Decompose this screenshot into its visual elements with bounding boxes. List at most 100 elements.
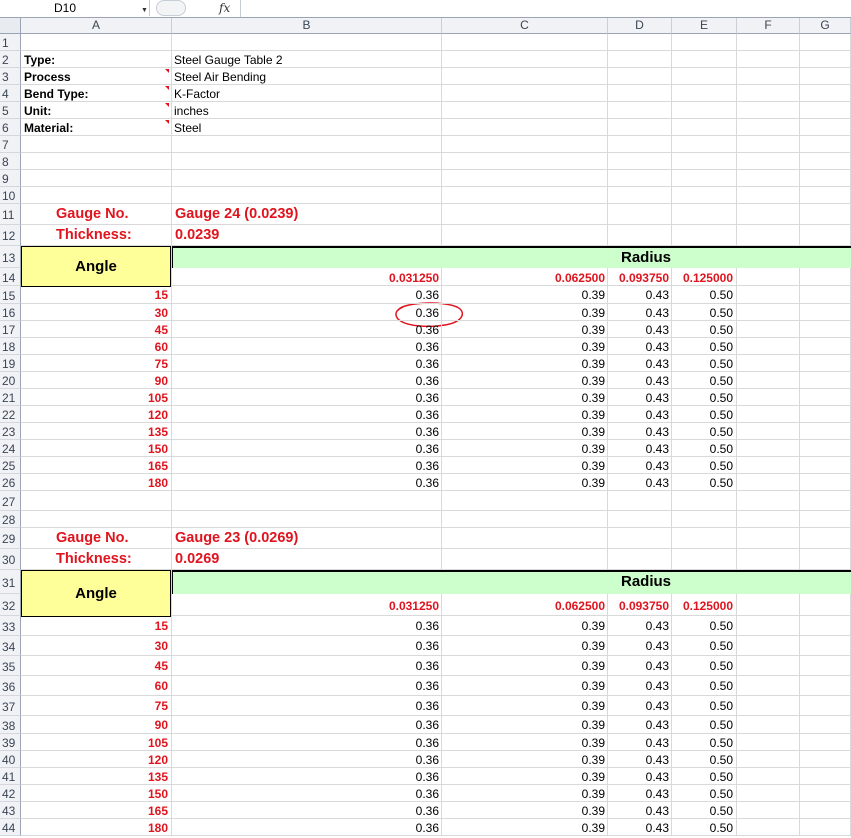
k-factor-value[interactable]: 0.36 bbox=[416, 338, 439, 356]
row-header-6[interactable]: 6 bbox=[0, 119, 21, 136]
grid-cell[interactable] bbox=[442, 153, 608, 170]
grid-cell[interactable] bbox=[172, 457, 442, 474]
formula-bar-controls[interactable] bbox=[156, 0, 186, 16]
k-factor-value[interactable]: 0.50 bbox=[710, 321, 733, 339]
grid-cell[interactable] bbox=[800, 656, 851, 676]
grid-cell[interactable] bbox=[21, 372, 172, 389]
k-factor-value[interactable]: 0.43 bbox=[646, 802, 669, 820]
grid-cell[interactable] bbox=[442, 170, 608, 187]
grid-cell[interactable] bbox=[608, 491, 672, 511]
grid-cell[interactable] bbox=[21, 616, 172, 636]
grid-cell[interactable] bbox=[608, 85, 672, 102]
grid-cell[interactable] bbox=[608, 51, 672, 68]
grid-cell[interactable] bbox=[800, 204, 851, 225]
k-factor-value[interactable]: 0.43 bbox=[646, 440, 669, 458]
row-header-27[interactable]: 27 bbox=[0, 491, 21, 511]
k-factor-value[interactable]: 0.36 bbox=[416, 656, 439, 677]
grid-cell[interactable] bbox=[172, 751, 442, 768]
k-factor-value[interactable]: 0.36 bbox=[416, 785, 439, 803]
grid-cell[interactable] bbox=[737, 372, 800, 389]
row-header-15[interactable]: 15 bbox=[0, 286, 21, 304]
row-header-35[interactable]: 35 bbox=[0, 656, 21, 676]
grid-cell[interactable] bbox=[800, 51, 851, 68]
k-factor-value[interactable]: 0.50 bbox=[710, 440, 733, 458]
grid-cell[interactable] bbox=[800, 355, 851, 372]
k-factor-value[interactable]: 0.36 bbox=[416, 734, 439, 752]
k-factor-value[interactable]: 0.43 bbox=[646, 355, 669, 373]
grid-cell[interactable] bbox=[172, 440, 442, 457]
column-header-d[interactable]: D bbox=[608, 18, 672, 34]
grid-cell[interactable] bbox=[172, 768, 442, 785]
k-factor-value[interactable]: 0.43 bbox=[646, 676, 669, 697]
grid-cell[interactable] bbox=[737, 594, 800, 616]
grid-cell[interactable] bbox=[672, 511, 737, 528]
grid-cell[interactable] bbox=[672, 153, 737, 170]
k-factor-value[interactable]: 0.43 bbox=[646, 656, 669, 677]
grid-cell[interactable] bbox=[800, 389, 851, 406]
k-factor-value[interactable]: 0.39 bbox=[582, 676, 605, 697]
k-factor-value[interactable]: 0.36 bbox=[416, 751, 439, 769]
grid-cell[interactable] bbox=[737, 355, 800, 372]
k-factor-value[interactable]: 0.43 bbox=[646, 304, 669, 322]
grid-cell[interactable] bbox=[442, 511, 608, 528]
grid-cell[interactable] bbox=[800, 594, 851, 616]
row-header-24[interactable]: 24 bbox=[0, 440, 21, 457]
grid-cell[interactable] bbox=[442, 491, 608, 511]
k-factor-value[interactable]: 0.39 bbox=[582, 734, 605, 752]
k-factor-value[interactable]: 0.43 bbox=[646, 819, 669, 837]
grid-cell[interactable] bbox=[21, 676, 172, 696]
grid-cell[interactable] bbox=[21, 491, 172, 511]
grid-cell[interactable] bbox=[737, 785, 800, 802]
column-header-g[interactable]: G bbox=[800, 18, 851, 34]
k-factor-value[interactable]: 0.39 bbox=[582, 355, 605, 373]
row-header-26[interactable]: 26 bbox=[0, 474, 21, 491]
grid-cell[interactable] bbox=[21, 153, 172, 170]
k-factor-value[interactable]: 0.50 bbox=[710, 355, 733, 373]
grid-cell[interactable] bbox=[800, 716, 851, 734]
row-header-23[interactable]: 23 bbox=[0, 423, 21, 440]
grid-cell[interactable] bbox=[672, 51, 737, 68]
grid-cell[interactable] bbox=[172, 474, 442, 491]
k-factor-value[interactable]: 0.43 bbox=[646, 338, 669, 356]
row-header-11[interactable]: 11 bbox=[0, 204, 21, 225]
k-factor-value[interactable]: 0.50 bbox=[710, 474, 733, 492]
row-header-36[interactable]: 36 bbox=[0, 676, 21, 696]
grid-cell[interactable] bbox=[737, 716, 800, 734]
grid-cell[interactable] bbox=[172, 716, 442, 734]
k-factor-value[interactable]: 0.39 bbox=[582, 321, 605, 339]
grid-cell[interactable] bbox=[172, 802, 442, 819]
row-header-31[interactable]: 31 bbox=[0, 570, 21, 594]
k-factor-value[interactable]: 0.50 bbox=[710, 785, 733, 803]
grid-cell[interactable] bbox=[21, 170, 172, 187]
grid-cell[interactable] bbox=[800, 511, 851, 528]
grid-cell[interactable] bbox=[800, 696, 851, 716]
grid-cell[interactable] bbox=[21, 286, 172, 304]
grid-cell[interactable] bbox=[21, 338, 172, 355]
grid-cell[interactable] bbox=[442, 204, 608, 225]
column-header-c[interactable]: C bbox=[442, 18, 608, 34]
k-factor-value[interactable]: 0.39 bbox=[582, 656, 605, 677]
grid-cell[interactable] bbox=[21, 187, 172, 204]
row-header-2[interactable]: 2 bbox=[0, 51, 21, 68]
grid-cell[interactable] bbox=[608, 549, 672, 570]
grid-cell[interactable] bbox=[737, 34, 800, 51]
grid-cell[interactable] bbox=[172, 491, 442, 511]
k-factor-value[interactable]: 0.50 bbox=[710, 423, 733, 441]
k-factor-value[interactable]: 0.43 bbox=[646, 389, 669, 407]
grid-cell[interactable] bbox=[672, 204, 737, 225]
grid-cell[interactable] bbox=[737, 286, 800, 304]
k-factor-value[interactable]: 0.36 bbox=[416, 474, 439, 492]
grid-cell[interactable] bbox=[172, 102, 442, 119]
grid-cell[interactable] bbox=[172, 187, 442, 204]
grid-cell[interactable] bbox=[172, 616, 442, 636]
grid-cell[interactable] bbox=[737, 85, 800, 102]
k-factor-value[interactable]: 0.43 bbox=[646, 716, 669, 735]
grid-cell[interactable] bbox=[672, 68, 737, 85]
grid-cell[interactable] bbox=[21, 304, 172, 321]
grid-cell[interactable] bbox=[442, 528, 608, 549]
row-header-5[interactable]: 5 bbox=[0, 102, 21, 119]
grid-cell[interactable] bbox=[172, 734, 442, 751]
grid-cell[interactable] bbox=[672, 34, 737, 51]
grid-cell[interactable] bbox=[608, 204, 672, 225]
grid-cell[interactable] bbox=[672, 491, 737, 511]
